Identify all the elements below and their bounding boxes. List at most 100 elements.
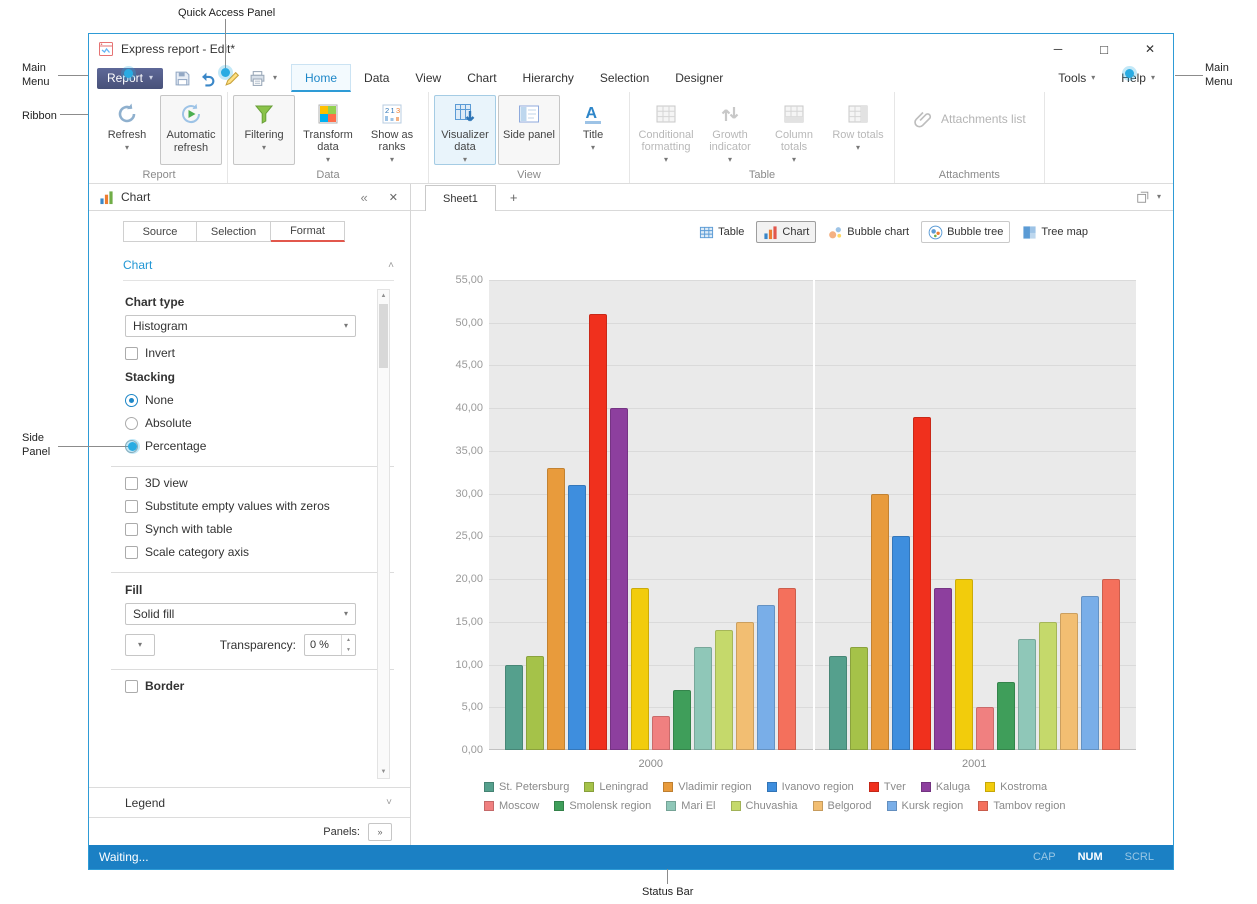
menu-tab-hierarchy[interactable]: Hierarchy: [510, 64, 587, 92]
bar-moscow-2000[interactable]: [652, 716, 670, 750]
add-sheet-button[interactable]: +: [510, 190, 518, 205]
sheet-tab[interactable]: Sheet1: [425, 185, 496, 211]
legend-item-tambov-region[interactable]: Tambov region: [978, 800, 1065, 812]
bar-kursk-region-2001[interactable]: [1081, 596, 1099, 750]
window-layout-icon[interactable]: [1136, 190, 1150, 204]
ribbon-button-transform-data[interactable]: Transform data▾: [297, 95, 359, 165]
spin-down-icon[interactable]: ▼: [342, 645, 355, 655]
view-toggle-bubble-chart[interactable]: Bubble chart: [821, 221, 916, 243]
menu-tab-data[interactable]: Data: [351, 64, 402, 92]
ribbon-button-visualizer-data[interactable]: Visualizer data▾: [434, 95, 496, 165]
print-icon[interactable]: [248, 69, 266, 87]
chevron-down-icon[interactable]: ˅: [386, 797, 392, 808]
checkbox-3d-view[interactable]: [125, 477, 138, 490]
bar-mari-el-2001[interactable]: [1018, 639, 1036, 750]
menu-tab-designer[interactable]: Designer: [662, 64, 736, 92]
legend-item-chuvashia[interactable]: Chuvashia: [731, 800, 798, 812]
checkbox-synch-with-table[interactable]: [125, 523, 138, 536]
bar-chuvashia-2001[interactable]: [1039, 622, 1057, 750]
bar-kostroma-2001[interactable]: [955, 579, 973, 750]
radio-absolute[interactable]: [125, 417, 138, 430]
bar-tambov-region-2001[interactable]: [1102, 579, 1120, 750]
bar-st-petersburg-2001[interactable]: [829, 656, 847, 750]
legend-item-vladimir-region[interactable]: Vladimir region: [663, 781, 751, 793]
legend-item-st-petersburg[interactable]: St. Petersburg: [484, 781, 569, 793]
caret-down-icon[interactable]: ▾: [273, 74, 277, 82]
legend-item-belgorod[interactable]: Belgorod: [813, 800, 872, 812]
legend-item-kaluga[interactable]: Kaluga: [921, 781, 970, 793]
transparency-spinner[interactable]: 0 % ▲ ▼: [304, 634, 356, 656]
ribbon-button-automatic-refresh[interactable]: Automatic refresh: [160, 95, 222, 165]
checkbox-scale-category-axis[interactable]: [125, 546, 138, 559]
menu-tab-home[interactable]: Home: [291, 64, 351, 92]
legend-item-smolensk-region[interactable]: Smolensk region: [554, 800, 651, 812]
chevron-up-icon[interactable]: ˄: [388, 260, 394, 271]
bar-ivanovo-region-2000[interactable]: [568, 485, 586, 750]
tools-menu[interactable]: Tools ▾: [1058, 71, 1095, 85]
bar-leningrad-2001[interactable]: [850, 647, 868, 750]
bar-smolensk-region-2001[interactable]: [997, 682, 1015, 750]
ribbon-button-show-as-ranks[interactable]: 213Show as ranks▾: [361, 95, 423, 165]
scroll-down-icon[interactable]: ▼: [378, 766, 389, 778]
bar-belgorod-2001[interactable]: [1060, 613, 1078, 750]
view-toggle-tree-map[interactable]: Tree map: [1015, 221, 1095, 243]
bar-kursk-region-2000[interactable]: [757, 605, 775, 750]
option-substitute-empty-values-with-zeros[interactable]: Substitute empty values with zeros: [125, 499, 356, 513]
panel-scrollbar[interactable]: ▲ ▼: [377, 289, 390, 779]
caret-down-icon[interactable]: ▾: [1157, 193, 1161, 201]
bar-chuvashia-2000[interactable]: [715, 630, 733, 750]
legend-item-kostroma[interactable]: Kostroma: [985, 781, 1047, 793]
invert-checkbox-row[interactable]: Invert: [125, 346, 356, 360]
chart-section-header[interactable]: Chart ˄: [123, 258, 394, 281]
maximize-button[interactable]: □: [1081, 34, 1127, 64]
bar-smolensk-region-2000[interactable]: [673, 690, 691, 750]
stacking-option-percentage[interactable]: Percentage: [125, 439, 356, 453]
bar-st-petersburg-2000[interactable]: [505, 665, 523, 750]
legend-item-leningrad[interactable]: Leningrad: [584, 781, 648, 793]
bar-moscow-2001[interactable]: [976, 707, 994, 750]
close-button[interactable]: ✕: [1127, 34, 1173, 64]
menu-tab-view[interactable]: View: [402, 64, 454, 92]
panel-tab-format[interactable]: Format: [271, 221, 345, 242]
view-toggle-bubble-tree[interactable]: Bubble tree: [921, 221, 1010, 243]
option-3d-view[interactable]: 3D view: [125, 476, 356, 490]
chart-type-dropdown[interactable]: Histogram ▾: [125, 315, 356, 337]
panels-expand-button[interactable]: »: [368, 823, 392, 841]
view-toggle-table[interactable]: Table: [692, 221, 751, 243]
legend-item-moscow[interactable]: Moscow: [484, 800, 539, 812]
bar-mari-el-2000[interactable]: [694, 647, 712, 750]
legend-item-kursk-region[interactable]: Kursk region: [887, 800, 964, 812]
bar-kaluga-2000[interactable]: [610, 408, 628, 750]
ribbon-button-filtering[interactable]: Filtering▾: [233, 95, 295, 165]
spin-up-icon[interactable]: ▲: [342, 635, 355, 645]
bar-kaluga-2001[interactable]: [934, 588, 952, 750]
bar-tver-2000[interactable]: [589, 314, 607, 750]
menu-tab-selection[interactable]: Selection: [587, 64, 662, 92]
option-scale-category-axis[interactable]: Scale category axis: [125, 545, 356, 559]
stacking-option-absolute[interactable]: Absolute: [125, 416, 356, 430]
ribbon-button-title[interactable]: ATitle▾: [562, 95, 624, 165]
radio-none[interactable]: [125, 394, 138, 407]
border-checkbox[interactable]: [125, 680, 138, 693]
save-icon[interactable]: [173, 69, 191, 87]
fill-type-dropdown[interactable]: Solid fill ▾: [125, 603, 356, 625]
menu-tab-chart[interactable]: Chart: [454, 64, 509, 92]
bar-ivanovo-region-2001[interactable]: [892, 536, 910, 750]
view-toggle-chart[interactable]: Chart: [756, 221, 816, 243]
stacking-option-none[interactable]: None: [125, 393, 356, 407]
scrollbar-thumb[interactable]: [379, 304, 388, 368]
ribbon-button-side-panel[interactable]: Side panel: [498, 95, 560, 165]
legend-section-header[interactable]: Legend ˅: [89, 787, 410, 817]
invert-checkbox[interactable]: [125, 347, 138, 360]
bar-tambov-region-2000[interactable]: [778, 588, 796, 750]
legend-item-ivanovo-region[interactable]: Ivanovo region: [767, 781, 854, 793]
ribbon-button-refresh[interactable]: Refresh▾: [96, 95, 158, 165]
border-checkbox-row[interactable]: Border: [125, 679, 356, 693]
checkbox-substitute-empty-values-with-zeros[interactable]: [125, 500, 138, 513]
scroll-up-icon[interactable]: ▲: [378, 290, 389, 302]
panel-tab-source[interactable]: Source: [123, 221, 197, 242]
bar-tver-2001[interactable]: [913, 417, 931, 750]
bar-leningrad-2000[interactable]: [526, 656, 544, 750]
bar-vladimir-region-2001[interactable]: [871, 494, 889, 750]
minimize-button[interactable]: ─: [1035, 34, 1081, 64]
